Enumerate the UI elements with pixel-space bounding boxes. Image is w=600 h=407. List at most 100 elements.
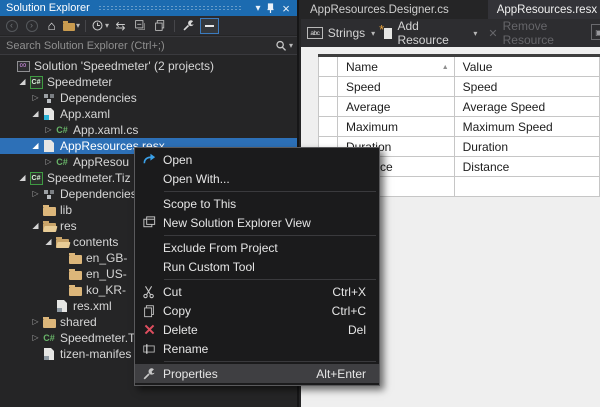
menu-item-label: Scope to This <box>163 197 379 211</box>
collapsed-arrow-icon[interactable]: ▷ <box>30 90 41 106</box>
search-icon[interactable] <box>274 39 288 53</box>
close-icon[interactable]: × <box>279 1 293 16</box>
tree-item-label: res.xml <box>73 299 112 313</box>
menu-item-open[interactable]: Open <box>135 150 379 169</box>
collapsed-arrow-icon[interactable]: ▷ <box>30 186 41 202</box>
menu-item-scope-to-this[interactable]: Scope to This <box>135 194 379 213</box>
row-header-cell[interactable] <box>319 97 338 117</box>
expanded-arrow-icon[interactable]: ◢ <box>43 234 54 250</box>
vs-window: Solution Explorer ▾ × ‹›⌂▾▾⇆ Search Solu… <box>0 0 600 407</box>
tab-label: AppResources.Designer.cs <box>310 4 449 16</box>
menu-item-label: Cut <box>163 285 332 299</box>
expanded-arrow-icon[interactable]: ◢ <box>17 74 28 90</box>
tree-item-label: Dependencies <box>60 91 137 105</box>
solution-icon: ∞ <box>15 61 31 72</box>
tree-item-app-xaml-cs[interactable]: ▷C#App.xaml.cs <box>0 122 297 138</box>
tree-item-label: Solution 'Speedmeter' (2 projects) <box>34 59 214 73</box>
preview-selected-items-icon[interactable] <box>200 18 219 34</box>
tree-item-dependencies[interactable]: ▷ Dependencies <box>0 90 297 106</box>
expanded-arrow-icon[interactable]: ◢ <box>30 138 41 154</box>
solution-explorer-toolbar: ‹›⌂▾▾⇆ <box>0 16 297 35</box>
titlebar-grip-texture <box>98 5 243 11</box>
grid-row: AverageAverage Speed <box>319 97 600 117</box>
menu-item-exclude-from-project[interactable]: Exclude From Project <box>135 238 379 257</box>
menu-item-cut[interactable]: CutCtrl+X <box>135 282 379 301</box>
folder-icon <box>41 205 57 216</box>
document-tab-bar: AppResources.Designer.cs AppResources.res… <box>301 0 600 19</box>
tree-item-label: Speedmeter.T <box>60 331 135 345</box>
column-header-value[interactable]: Value <box>454 56 599 77</box>
expanded-arrow-icon[interactable]: ◢ <box>30 106 41 122</box>
menu-item-run-custom-tool[interactable]: Run Custom Tool <box>135 257 379 276</box>
collapsed-arrow-icon[interactable]: ▷ <box>30 330 41 346</box>
menu-item-copy[interactable]: CopyCtrl+C <box>135 301 379 320</box>
grid-cell[interactable] <box>454 177 599 197</box>
sync-with-active-document-icon[interactable]: ⇆ <box>112 18 129 34</box>
wrench-icon <box>135 367 163 381</box>
tree-item-speedmeter[interactable]: ◢C#Speedmeter <box>0 74 297 90</box>
menu-item-label: Exclude From Project <box>163 241 379 255</box>
toolbar-separator <box>85 20 86 32</box>
cut-icon <box>135 285 163 299</box>
window-position-icon[interactable]: ▾ <box>251 3 265 14</box>
menu-item-new-solution-explorer-view[interactable]: New Solution Explorer View <box>135 213 379 232</box>
csfile-glyph: C# <box>56 157 68 167</box>
grid-cell[interactable]: Average <box>337 97 454 117</box>
grid-cell[interactable]: Maximum Speed <box>454 117 599 137</box>
column-header-name[interactable]: Name▲ <box>337 56 454 77</box>
xaml-glyph <box>44 108 54 120</box>
menu-item-shortcut: Del <box>348 323 379 337</box>
tree-item-label: res <box>60 219 77 233</box>
row-header-cell[interactable] <box>319 117 338 137</box>
row-header-cell[interactable] <box>319 77 338 97</box>
tab-appresources-resx[interactable]: AppResources.resx× <box>488 0 600 19</box>
xml-icon <box>54 300 70 312</box>
add-resource-chevron-icon[interactable]: ▾ <box>473 29 477 38</box>
add-resource-button[interactable]: Add Resource <box>397 19 467 47</box>
back-icon[interactable]: ‹ <box>3 18 20 34</box>
remove-resource-button[interactable]: Remove Resource <box>503 19 594 47</box>
tree-item-label: en_US- <box>86 267 127 281</box>
home-icon[interactable]: ⌂ <box>43 18 60 34</box>
open-icon <box>135 152 163 167</box>
tree-item-label: App.xaml <box>60 107 110 121</box>
search-placeholder: Search Solution Explorer (Ctrl+;) <box>6 40 274 52</box>
expanded-arrow-icon[interactable]: ◢ <box>30 218 41 234</box>
pending-changes-filter-icon[interactable]: ▾ <box>91 18 109 34</box>
strings-chevron-icon[interactable]: ▾ <box>371 29 375 38</box>
menu-item-delete[interactable]: DeleteDel <box>135 320 379 339</box>
menu-item-open-with[interactable]: Open With... <box>135 169 379 188</box>
tree-item-label: shared <box>60 315 97 329</box>
menu-item-rename[interactable]: Rename <box>135 339 379 358</box>
menu-item-label: Run Custom Tool <box>163 260 379 274</box>
tree-item-app-xaml[interactable]: ◢ App.xaml <box>0 106 297 122</box>
grid-cell[interactable]: Speed <box>337 77 454 97</box>
search-input[interactable]: Search Solution Explorer (Ctrl+;) ▾ <box>0 36 297 55</box>
grid-cell[interactable]: Speed <box>454 77 599 97</box>
folderopen-icon <box>54 237 70 248</box>
search-options-chevron-icon[interactable]: ▾ <box>289 41 293 50</box>
collapsed-arrow-icon[interactable]: ▷ <box>30 314 41 330</box>
tree-item-label: Speedmeter <box>47 75 112 89</box>
pin-icon[interactable] <box>265 3 279 14</box>
collapse-all-icon[interactable] <box>132 18 149 34</box>
grid-cell[interactable]: Distance <box>454 157 599 177</box>
tab-appresources-designer-cs[interactable]: AppResources.Designer.cs <box>301 0 458 19</box>
grid-cell[interactable]: Duration <box>454 137 599 157</box>
grid-cell[interactable]: Average Speed <box>454 97 599 117</box>
forward-icon[interactable]: › <box>23 18 40 34</box>
show-all-files-icon[interactable] <box>152 18 169 34</box>
menu-item-label: Open With... <box>163 172 379 186</box>
tree-item-solution-speedmeter-2-projects[interactable]: ∞Solution 'Speedmeter' (2 projects) <box>0 58 297 74</box>
solution-explorer-titlebar[interactable]: Solution Explorer ▾ × <box>0 0 297 16</box>
menu-item-properties[interactable]: PropertiesAlt+Enter <box>135 364 379 383</box>
collapsed-arrow-icon[interactable]: ▷ <box>43 154 54 170</box>
expanded-arrow-icon[interactable]: ◢ <box>17 170 28 186</box>
switch-views-icon[interactable]: ▾ <box>63 18 80 34</box>
folder-icon <box>67 285 83 296</box>
strings-view-selector[interactable]: Strings <box>328 26 365 40</box>
clipped-toolbar-button[interactable]: ▣ <box>591 24 600 40</box>
grid-cell[interactable]: Maximum <box>337 117 454 137</box>
collapsed-arrow-icon[interactable]: ▷ <box>43 122 54 138</box>
properties-icon[interactable] <box>180 18 197 34</box>
